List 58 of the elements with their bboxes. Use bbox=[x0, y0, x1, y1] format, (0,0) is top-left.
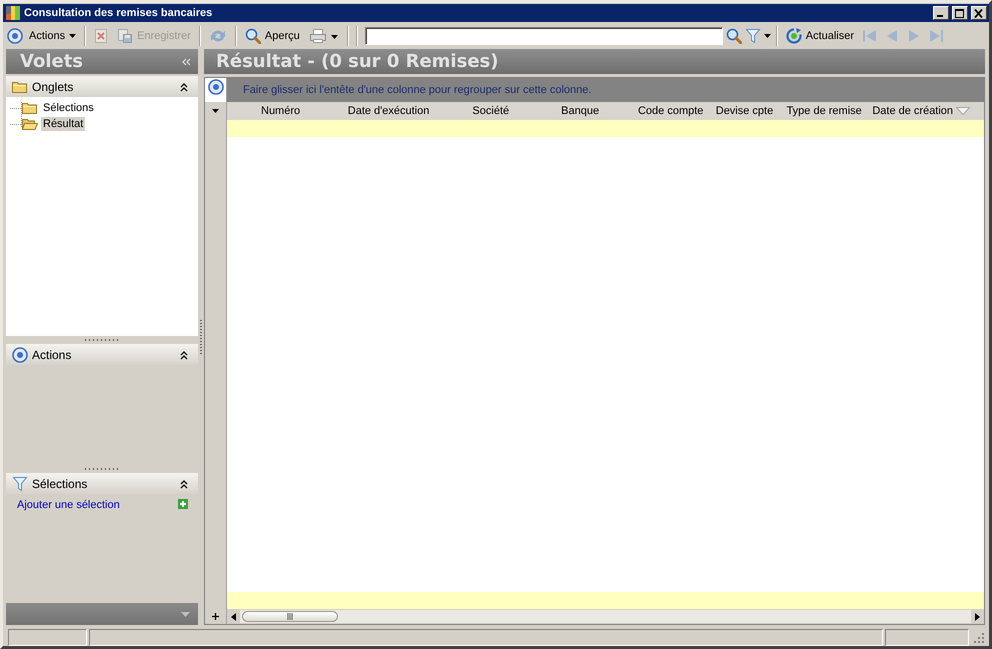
app-icon bbox=[5, 5, 21, 21]
add-selection-link[interactable]: Ajouter une sélection bbox=[17, 499, 120, 511]
horizontal-scrollbar[interactable] bbox=[227, 609, 984, 624]
section-title: Onglets bbox=[32, 80, 74, 94]
folder-icon bbox=[22, 117, 38, 131]
minimize-icon bbox=[936, 15, 942, 17]
plus-icon[interactable] bbox=[211, 612, 220, 621]
column-header[interactable]: Numéro bbox=[227, 105, 344, 117]
target-icon[interactable] bbox=[208, 79, 224, 95]
resize-grip-icon[interactable] bbox=[971, 630, 985, 644]
filter-icon bbox=[12, 476, 28, 492]
magnifier-icon bbox=[244, 28, 261, 44]
left-arrow-icon[interactable] bbox=[231, 612, 236, 620]
add-icon[interactable] bbox=[178, 499, 188, 509]
tree-item[interactable]: Résultat bbox=[41, 117, 86, 131]
folder-icon bbox=[22, 101, 38, 115]
column-header[interactable]: Date de création bbox=[868, 105, 984, 117]
column-header[interactable]: Date d'exécution bbox=[344, 105, 468, 117]
column-header[interactable]: Devise cpte bbox=[712, 105, 783, 117]
tree-item[interactable]: Sélections bbox=[41, 101, 96, 115]
refresh-icon bbox=[786, 28, 802, 44]
column-header[interactable]: Type de remise bbox=[782, 105, 868, 117]
close-icon bbox=[974, 8, 984, 18]
collapse-icon[interactable] bbox=[180, 478, 188, 488]
column-header[interactable]: Société bbox=[468, 105, 558, 117]
column-header[interactable]: Code compte bbox=[634, 105, 712, 117]
result-title: Résultat - (0 sur 0 Remises) bbox=[216, 51, 498, 72]
minimize-button[interactable] bbox=[933, 6, 949, 20]
section-title: Sélections bbox=[32, 476, 88, 490]
folder-icon bbox=[12, 80, 28, 94]
window-title: Consultation des remises bancaires bbox=[24, 7, 214, 19]
printer-icon bbox=[308, 28, 339, 44]
caret-icon bbox=[69, 34, 76, 38]
column-header[interactable]: Banque bbox=[557, 105, 634, 117]
scrollbar-thumb[interactable] bbox=[242, 611, 338, 622]
section-title: Actions bbox=[32, 348, 72, 362]
actions-menu[interactable]: Actions bbox=[26, 28, 80, 44]
section-header[interactable]: Onglets bbox=[6, 76, 198, 97]
caret-icon[interactable] bbox=[764, 34, 771, 38]
target-icon[interactable] bbox=[7, 28, 23, 44]
panel-title: Volets bbox=[20, 51, 84, 72]
delete-icon bbox=[94, 28, 108, 44]
preview-button[interactable]: Aperçu bbox=[242, 26, 303, 46]
collapse-icon[interactable] bbox=[180, 350, 188, 360]
search-icon[interactable] bbox=[726, 28, 742, 44]
right-arrow-icon[interactable] bbox=[975, 612, 980, 620]
refresh-button[interactable]: Actualiser bbox=[782, 26, 858, 46]
search-field[interactable] bbox=[364, 26, 723, 44]
section-header[interactable]: Actions bbox=[6, 344, 198, 365]
maximize-button[interactable] bbox=[952, 6, 968, 20]
group-hint: Faire glisser ici l'entête d'une colonne pour regrouper sur cette colonne. bbox=[243, 84, 592, 96]
caret-icon[interactable] bbox=[212, 109, 219, 113]
section-header[interactable]: Sélections bbox=[6, 473, 198, 494]
save-icon bbox=[117, 28, 134, 44]
maximize-icon bbox=[955, 8, 965, 18]
target-icon bbox=[12, 346, 28, 362]
collapse-icon[interactable] bbox=[180, 82, 188, 92]
close-button[interactable] bbox=[971, 6, 987, 20]
